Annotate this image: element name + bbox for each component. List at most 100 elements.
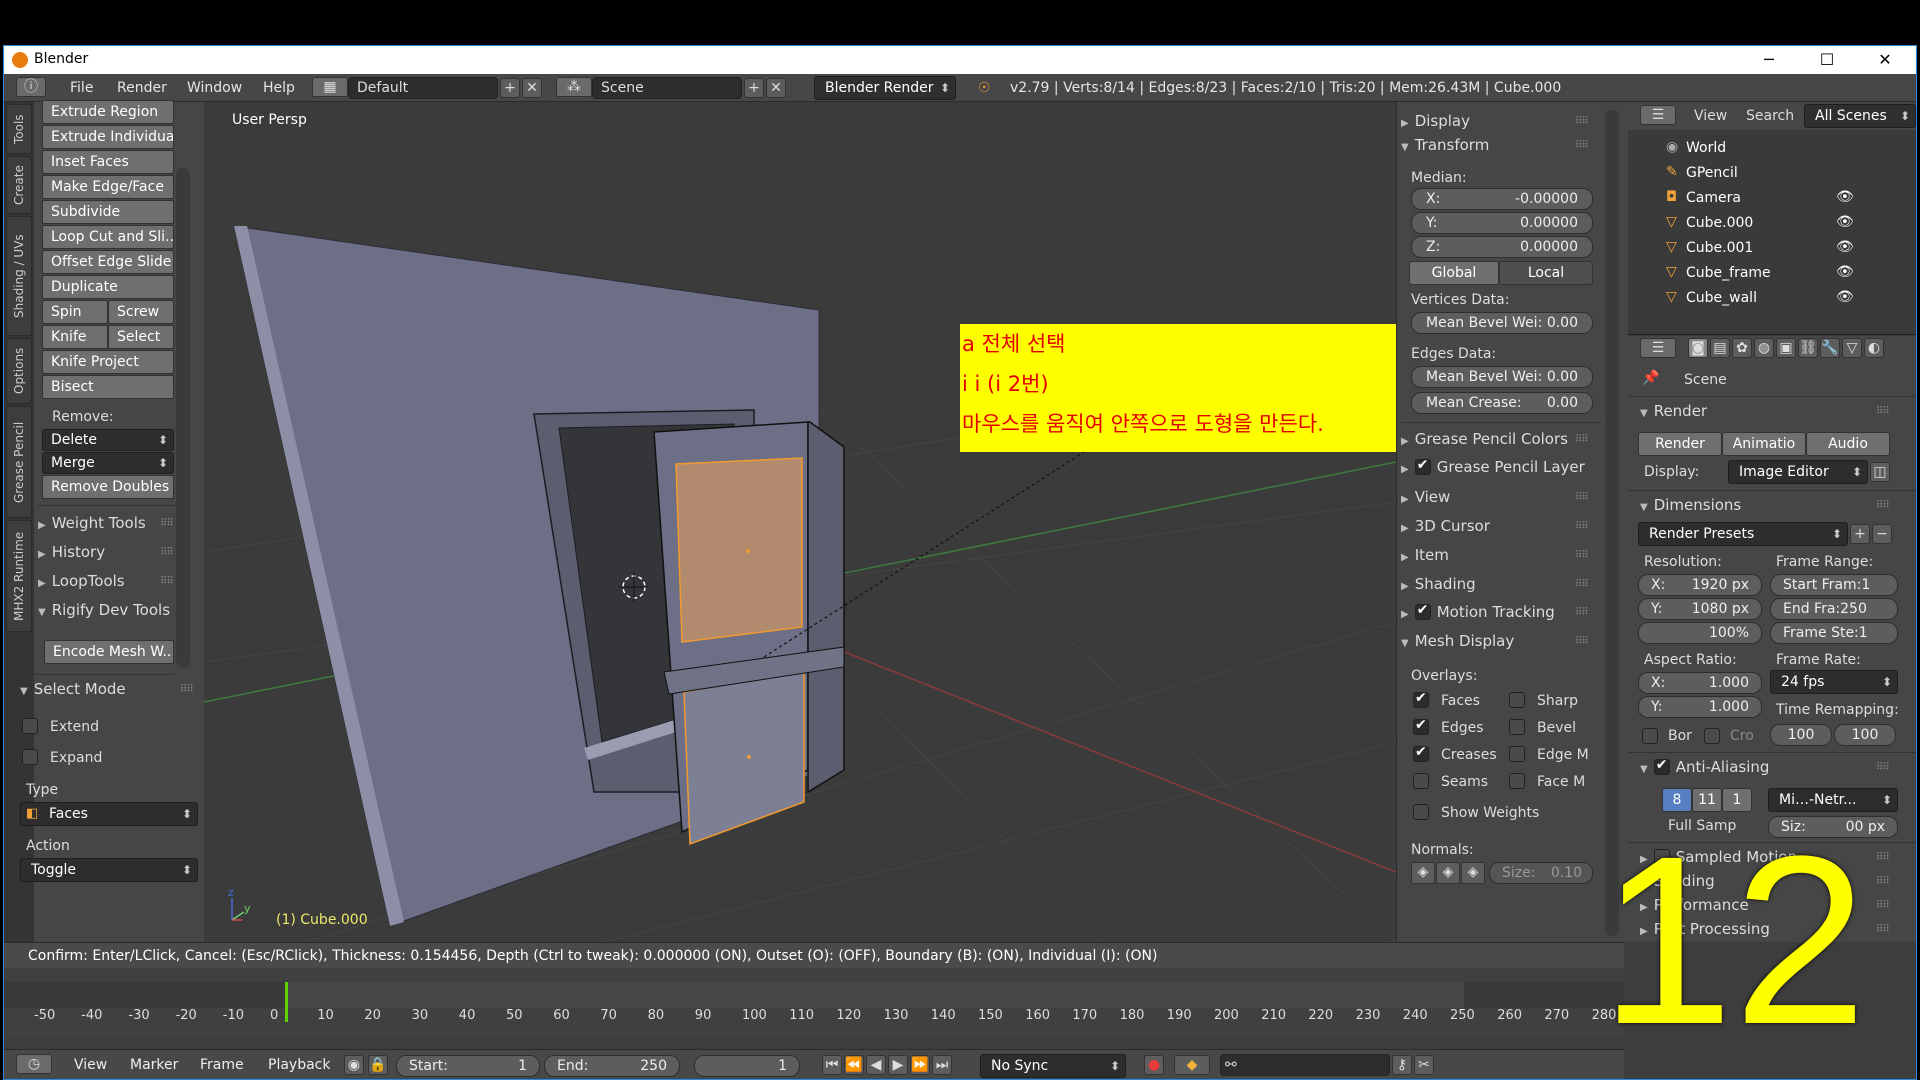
resolution-x-field[interactable]: X: 1920 px [1638,574,1762,596]
data-tab-icon[interactable]: ▽ [1842,338,1862,358]
tab-create[interactable]: Create [6,156,32,214]
extend-checkbox[interactable] [22,718,38,734]
selected-face-top[interactable] [675,457,803,643]
current-frame-indicator[interactable] [285,982,288,1022]
median-x-field[interactable]: X: -0.00000 [1411,188,1593,210]
frame-step-field[interactable]: Frame Ste:1 [1770,622,1898,644]
drag-grip-icon[interactable]: ⠿⠿ [160,576,174,587]
render-tab-icon[interactable]: ◙ [1688,338,1708,358]
add-layout-icon[interactable]: + [500,78,520,98]
gp-layer-section[interactable]: Grease Pencil Layer [1401,457,1585,476]
layers-tab-icon[interactable]: ▤ [1710,338,1730,358]
view-section[interactable]: View [1401,488,1451,506]
menu-render[interactable]: Render [117,80,167,96]
drag-grip-icon[interactable]: ⠿⠿ [1876,900,1890,911]
drag-grip-icon[interactable]: ⠿⠿ [1575,579,1589,590]
remap-old-field[interactable]: 100 [1770,724,1832,746]
resolution-percent-field[interactable]: 100% [1638,622,1762,644]
outliner-item-cube-wall[interactable]: ▽ Cube_wall 👁 [1628,286,1916,311]
modifiers-tab-icon[interactable]: 🔧 [1820,338,1840,358]
aspect-x-field[interactable]: X: 1.000 [1638,672,1762,694]
vertex-normals-icon[interactable]: ◈ [1411,862,1435,884]
constraints-tab-icon[interactable]: ⛓ [1798,338,1818,358]
edges-checkbox[interactable] [1413,717,1429,735]
face-marks-checkbox[interactable] [1509,773,1525,789]
render-section[interactable]: Render [1640,402,1707,420]
timeline-track[interactable]: -50 -40 -30 -20 -10 0 10 20 30 40 50 60 70 80 90 100 110… [4,968,1624,1038]
play-icon[interactable]: ▶ [888,1055,908,1075]
extrude-region-button[interactable]: Extrude Region [42,100,174,124]
info-editor-type-icon[interactable]: ⓘ [16,77,46,97]
gp-colors-section[interactable]: Grease Pencil Colors [1401,430,1568,448]
select-mode-section[interactable]: Select Mode [20,680,126,698]
end-frame-field[interactable]: End: 250 [544,1055,680,1077]
jump-end-icon[interactable]: ⏭ [932,1055,952,1075]
item-section[interactable]: Item [1401,546,1449,564]
anti-aliasing-section[interactable]: Anti-Aliasing [1640,757,1769,776]
eye-icon[interactable]: 👁 [1836,189,1854,205]
delete-select[interactable]: Delete [42,429,174,451]
bevel-checkbox[interactable] [1509,719,1525,735]
knife-button[interactable]: Knife [42,325,108,349]
face-normals-icon[interactable]: ◈ [1461,862,1485,884]
aspect-y-field[interactable]: Y: 1.000 [1638,696,1762,718]
outliner-item-gpencil[interactable]: ✎ GPencil [1628,161,1916,186]
play-reverse-icon[interactable]: ◀ [866,1055,886,1075]
outliner-view-menu[interactable]: View [1694,108,1727,124]
screw-button[interactable]: Screw [108,300,174,324]
display-section[interactable]: Display [1401,112,1470,130]
type-select[interactable]: Faces [20,802,198,826]
drag-grip-icon[interactable]: ⠿⠿ [180,684,194,695]
jump-start-icon[interactable]: ⏮ [822,1055,842,1075]
lock-icon[interactable]: 🔒 [368,1055,388,1075]
timeline-frame-menu[interactable]: Frame [200,1057,244,1073]
vertex-bevel-weight-field[interactable]: Mean Bevel Wei: 0.00 [1411,312,1593,334]
remap-new-field[interactable]: 100 [1834,724,1896,746]
inset-faces-button[interactable]: Inset Faces [42,150,174,174]
maximize-button[interactable]: ☐ [1798,46,1856,74]
creases-checkbox[interactable] [1413,744,1429,762]
border-checkbox[interactable] [1642,728,1658,744]
eye-icon[interactable]: 👁 [1836,214,1854,230]
timeline-marker-menu[interactable]: Marker [130,1057,178,1073]
menu-help[interactable]: Help [263,80,295,96]
drag-grip-icon[interactable]: ⠿⠿ [1876,852,1890,863]
3d-cursor-section[interactable]: 3D Cursor [1401,517,1490,535]
tool-shelf-scrollbar[interactable] [176,168,190,668]
normals-size-field[interactable]: Size: 0.10 [1489,862,1593,884]
crop-checkbox[interactable] [1704,728,1720,744]
offset-edge-slide-button[interactable]: Offset Edge Slide [42,250,174,274]
drag-grip-icon[interactable]: ⠿⠿ [1575,434,1589,445]
scene-tab-icon[interactable]: ✿ [1732,338,1752,358]
drag-grip-icon[interactable]: ⠿⠿ [1575,492,1589,503]
record-icon[interactable]: ● [1144,1055,1164,1075]
drag-grip-icon[interactable]: ⠿⠿ [1575,550,1589,561]
bisect-button[interactable]: Bisect [42,375,174,399]
minimize-button[interactable]: ─ [1740,46,1798,74]
mesh-display-section[interactable]: Mesh Display [1401,632,1515,650]
keyframe-type-icon[interactable]: ◆ [1174,1055,1210,1075]
tab-shading-uvs[interactable]: Shading / UVs [6,216,32,336]
drag-grip-icon[interactable]: ⠿⠿ [160,518,174,529]
drag-grip-icon[interactable]: ⠿⠿ [1876,406,1890,417]
display-mode-select[interactable]: All Scenes [1804,104,1916,128]
delete-keyframe-icon[interactable]: ✂ [1414,1055,1434,1075]
tab-mhx2-runtime[interactable]: MHX2 Runtime [6,520,32,632]
median-z-field[interactable]: Z: 0.00000 [1411,236,1593,258]
sharp-checkbox[interactable] [1509,692,1525,708]
frame-start-field[interactable]: Start Fram:1 [1770,574,1898,596]
show-weights-checkbox[interactable] [1413,804,1429,820]
remove-layout-icon[interactable]: ✕ [522,78,542,98]
drag-grip-icon[interactable]: ⠿⠿ [1575,607,1589,618]
spin-button[interactable]: Spin [42,300,108,324]
animation-button[interactable]: Animatio [1722,432,1806,456]
display-select[interactable]: Image Editor [1728,460,1868,484]
display-window-icon[interactable]: ◫ [1870,462,1890,482]
edge-bevel-weight-field[interactable]: Mean Bevel Wei: 0.00 [1411,366,1593,388]
remove-doubles-button[interactable]: Remove Doubles [42,475,174,499]
jump-keyframe-back-icon[interactable]: ⏪ [844,1055,864,1075]
eye-icon[interactable]: 👁 [1836,289,1854,305]
menu-file[interactable]: File [70,80,93,96]
drag-grip-icon[interactable]: ⠿⠿ [1876,924,1890,935]
scene-icon[interactable]: ⁂ [556,77,592,97]
